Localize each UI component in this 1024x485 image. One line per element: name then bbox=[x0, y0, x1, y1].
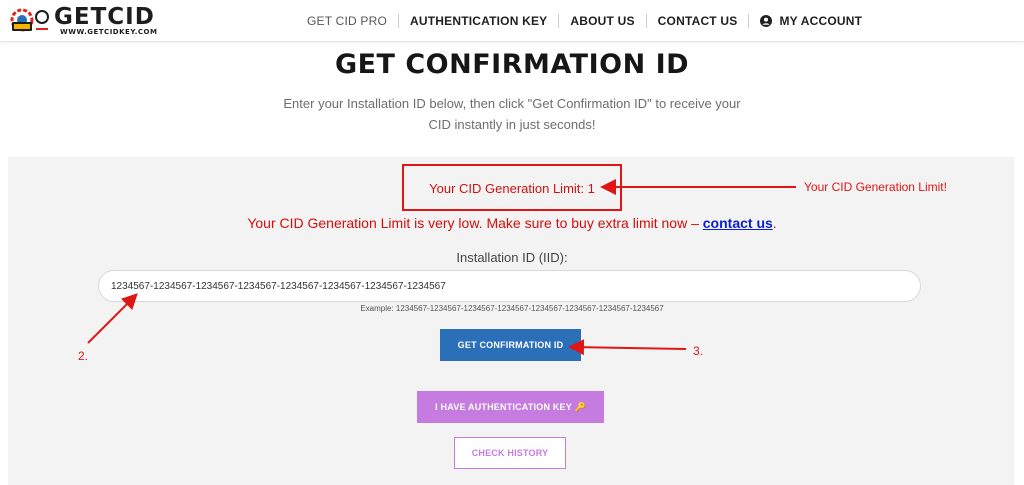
get-confirmation-id-button[interactable]: GET CONFIRMATION ID bbox=[440, 329, 581, 361]
logo-text: GETCID bbox=[54, 4, 155, 30]
iid-input[interactable] bbox=[98, 270, 921, 302]
warning-text: Your CID Generation Limit is very low. M… bbox=[247, 215, 703, 231]
page-subtitle: Enter your Installation ID below, then c… bbox=[283, 96, 741, 132]
iid-example: Example: 1234567-1234567-1234567-1234567… bbox=[360, 304, 664, 313]
site-header: GETCID WWW.GETCIDKEY.COM GET CID PRO AUT… bbox=[0, 0, 1024, 42]
nav-about-us[interactable]: ABOUT US bbox=[559, 0, 645, 42]
user-circle-icon bbox=[760, 15, 773, 27]
page: GETCID WWW.GETCIDKEY.COM GET CID PRO AUT… bbox=[0, 0, 1024, 485]
authentication-key-button[interactable]: I HAVE AUTHENTICATION KEY 🔑 bbox=[417, 391, 604, 423]
iid-label: Installation ID (IID): bbox=[456, 250, 568, 265]
step-2-label: 2. bbox=[78, 349, 89, 363]
nav-contact-us[interactable]: CONTACT US bbox=[647, 0, 749, 42]
low-limit-warning: Your CID Generation Limit is very low. M… bbox=[0, 215, 1024, 231]
page-title: GET CONFIRMATION ID bbox=[334, 49, 690, 80]
cid-limit-text: Your CID Generation Limit: 1 bbox=[429, 181, 595, 196]
main-nav: GET CID PRO AUTHENTICATION KEY ABOUT US … bbox=[296, 0, 873, 42]
site-logo[interactable]: GETCID WWW.GETCIDKEY.COM bbox=[10, 4, 157, 38]
limit-annotation-label: Your CID Generation Limit! bbox=[804, 180, 947, 194]
check-history-button[interactable]: CHECK HISTORY bbox=[454, 437, 566, 469]
step-3-label: 3. bbox=[693, 344, 704, 358]
contact-us-link[interactable]: contact us bbox=[703, 215, 773, 231]
nav-my-account-label: MY ACCOUNT bbox=[779, 14, 863, 28]
nav-get-cid-pro[interactable]: GET CID PRO bbox=[296, 0, 398, 42]
nav-my-account[interactable]: MY ACCOUNT bbox=[749, 0, 873, 42]
logo-subtext: WWW.GETCIDKEY.COM bbox=[60, 28, 158, 36]
warning-end: . bbox=[772, 215, 777, 231]
logo-gear-icon bbox=[10, 8, 49, 32]
nav-authentication-key[interactable]: AUTHENTICATION KEY bbox=[399, 0, 558, 42]
